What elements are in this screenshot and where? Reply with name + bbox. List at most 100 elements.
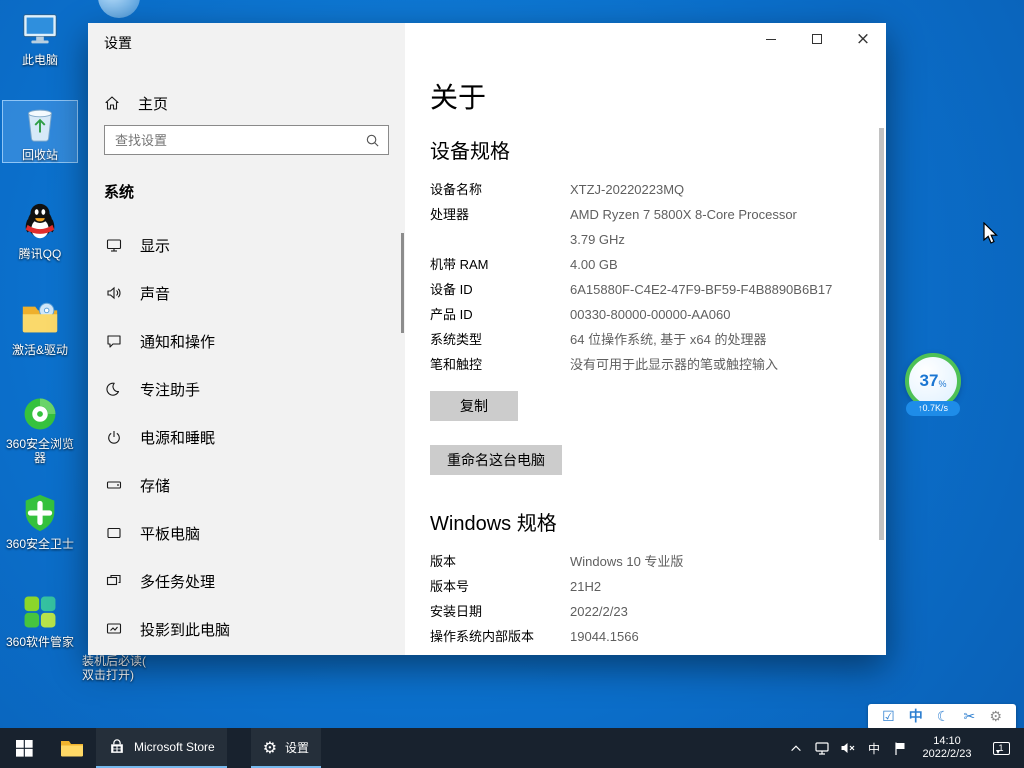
sidebar-item-focus-assist[interactable]: 专注助手: [88, 367, 405, 411]
desktop-icon-activation-driver[interactable]: 激活&驱动: [2, 298, 78, 357]
folder-cd-icon: [19, 298, 61, 340]
copy-button[interactable]: 复制: [430, 391, 518, 421]
desktop-icon-readme-label[interactable]: 装机后必读( 双击打开): [82, 654, 154, 682]
sidebar-item-power-sleep[interactable]: 电源和睡眠: [88, 415, 405, 459]
windows-spec-heading: Windows 规格: [430, 511, 846, 537]
start-button[interactable]: [0, 728, 48, 768]
desktop: 此电脑 回收站 腾讯QQ 激活&驱动: [0, 0, 1024, 768]
maximize-button[interactable]: [794, 23, 840, 55]
desktop-icon-recycle-bin[interactable]: 回收站: [2, 100, 78, 163]
ime-panel-icon[interactable]: ☑: [882, 710, 895, 724]
network-speed-badge: ↑0.7K/s: [906, 401, 960, 416]
flag-icon: [893, 741, 907, 756]
desktop-icon-this-pc[interactable]: 此电脑: [2, 8, 78, 67]
desktop-icon-tencent-qq[interactable]: 腾讯QQ: [2, 200, 78, 261]
360-browser-icon: [20, 394, 60, 434]
ime-toolbar: ☑ 中 ☾ ✂ ⚙: [868, 704, 1016, 730]
sidebar-item-projecting[interactable]: 投影到此电脑: [88, 607, 405, 651]
network-icon: [814, 741, 830, 756]
chevron-up-icon: [789, 742, 803, 754]
nav-label: 声音: [140, 283, 170, 304]
tray-flag[interactable]: [888, 728, 912, 768]
tray-input-indicator[interactable]: 中: [862, 728, 886, 768]
home-icon: [104, 95, 120, 111]
projecting-icon: [106, 621, 122, 637]
tray-network[interactable]: [810, 728, 834, 768]
spec-row: 系统类型 64 位操作系统, 基于 x64 的处理器: [430, 327, 846, 352]
desktop-icon-label: 回收站: [3, 148, 77, 162]
sidebar-item-home[interactable]: 主页: [104, 85, 389, 121]
desktop-icon-360-browser[interactable]: 360安全浏览器: [2, 394, 78, 465]
desktop-icon-label: 360安全卫士: [2, 537, 78, 551]
microsoft-store-task-button[interactable]: Microsoft Store: [96, 728, 227, 768]
spec-label: 设备 ID: [430, 277, 570, 302]
spec-row: 版本 Windows 10 专业版: [430, 549, 846, 574]
desktop-icon-360-manager[interactable]: 360软件管家: [2, 592, 78, 649]
settings-task-label: 设置: [285, 739, 309, 756]
power-icon: [106, 429, 122, 445]
windows-logo-icon: [16, 740, 33, 757]
sidebar-item-storage[interactable]: 存储: [88, 463, 405, 507]
rename-pc-button[interactable]: 重命名这台电脑: [430, 445, 562, 475]
ime-clip-icon[interactable]: ✂: [964, 710, 976, 724]
tray-overflow-chevron[interactable]: [784, 728, 808, 768]
sidebar-item-tablet[interactable]: 平板电脑: [88, 511, 405, 555]
360-shield-icon: [19, 492, 61, 534]
sidebar-scrollbar-thumb[interactable]: [401, 233, 404, 333]
close-button[interactable]: ×: [840, 23, 886, 55]
notifications-icon: [106, 333, 122, 349]
volume-muted-icon: [840, 741, 856, 755]
taskbar-left: Microsoft Store ⚙ 设置: [0, 728, 784, 768]
spec-value: AMD Ryzen 7 5800X 8-Core Processor 3.79 …: [570, 202, 846, 252]
this-pc-icon: [19, 8, 61, 50]
spec-label: 机带 RAM: [430, 252, 570, 277]
file-explorer-button[interactable]: [48, 728, 96, 768]
sidebar-nav: 显示 声音 通知和操作: [88, 223, 405, 655]
sidebar-item-multitasking[interactable]: 多任务处理: [88, 559, 405, 603]
spec-label: 处理器: [430, 202, 570, 252]
ime-night-icon[interactable]: ☾: [937, 710, 950, 724]
minimize-button[interactable]: [748, 23, 794, 55]
desktop-icon-label: 此电脑: [2, 53, 78, 67]
spec-value: 4.00 GB: [570, 252, 846, 277]
maximize-icon: [812, 34, 822, 44]
360-float-ball[interactable]: 37 % ↑0.7K/s: [904, 353, 962, 416]
settings-window: 设置 主页 系统 显示: [88, 23, 886, 655]
notification-count: 1: [998, 744, 1003, 753]
multitasking-icon: [106, 573, 122, 589]
spec-label: 版本: [430, 549, 570, 574]
folder-icon: [60, 738, 84, 758]
taskbar-clock[interactable]: 14:10 2022/2/23: [914, 728, 980, 768]
spec-row: 笔和触控 没有可用于此显示器的笔或触控输入: [430, 352, 846, 377]
ime-settings-icon[interactable]: ⚙: [989, 710, 1002, 724]
notification-bubble-icon: 1: [993, 742, 1010, 755]
spec-label: 操作系统内部版本: [430, 624, 570, 649]
spec-row: 设备名称 XTZJ-20220223MQ: [430, 177, 846, 202]
tray-volume[interactable]: [836, 728, 860, 768]
storage-icon: [106, 477, 122, 493]
recycle-bin-icon: [19, 101, 61, 145]
spec-label: 版本号: [430, 574, 570, 599]
store-icon: [108, 738, 126, 756]
360-manager-icon: [20, 592, 60, 632]
search-icon[interactable]: [365, 133, 380, 148]
nav-label: 专注助手: [140, 379, 200, 400]
window-caption-buttons: ×: [748, 23, 886, 55]
sidebar-item-notifications[interactable]: 通知和操作: [88, 319, 405, 363]
desktop-icon-360-safe[interactable]: 360安全卫士: [2, 492, 78, 551]
spec-value: 21H2: [570, 574, 846, 599]
settings-task-button[interactable]: ⚙ 设置: [251, 728, 321, 768]
sidebar-item-sound[interactable]: 声音: [88, 271, 405, 315]
ime-lang-icon[interactable]: 中: [909, 710, 923, 724]
action-center-button[interactable]: 1: [982, 728, 1020, 768]
spec-value: 19044.1566: [570, 624, 846, 649]
spec-label: 笔和触控: [430, 352, 570, 377]
settings-content: × 关于 设备规格 设备名称 XTZJ-20220223MQ 处理器 AMD R…: [405, 23, 886, 655]
minimize-icon: [766, 39, 776, 40]
sidebar-item-display[interactable]: 显示: [88, 223, 405, 267]
spec-row: 安装日期 2022/2/23: [430, 599, 846, 624]
spec-label: 产品 ID: [430, 302, 570, 327]
content-scrollbar-thumb[interactable]: [879, 128, 884, 540]
search-input[interactable]: [105, 133, 365, 148]
spec-row: 处理器 AMD Ryzen 7 5800X 8-Core Processor 3…: [430, 202, 846, 252]
